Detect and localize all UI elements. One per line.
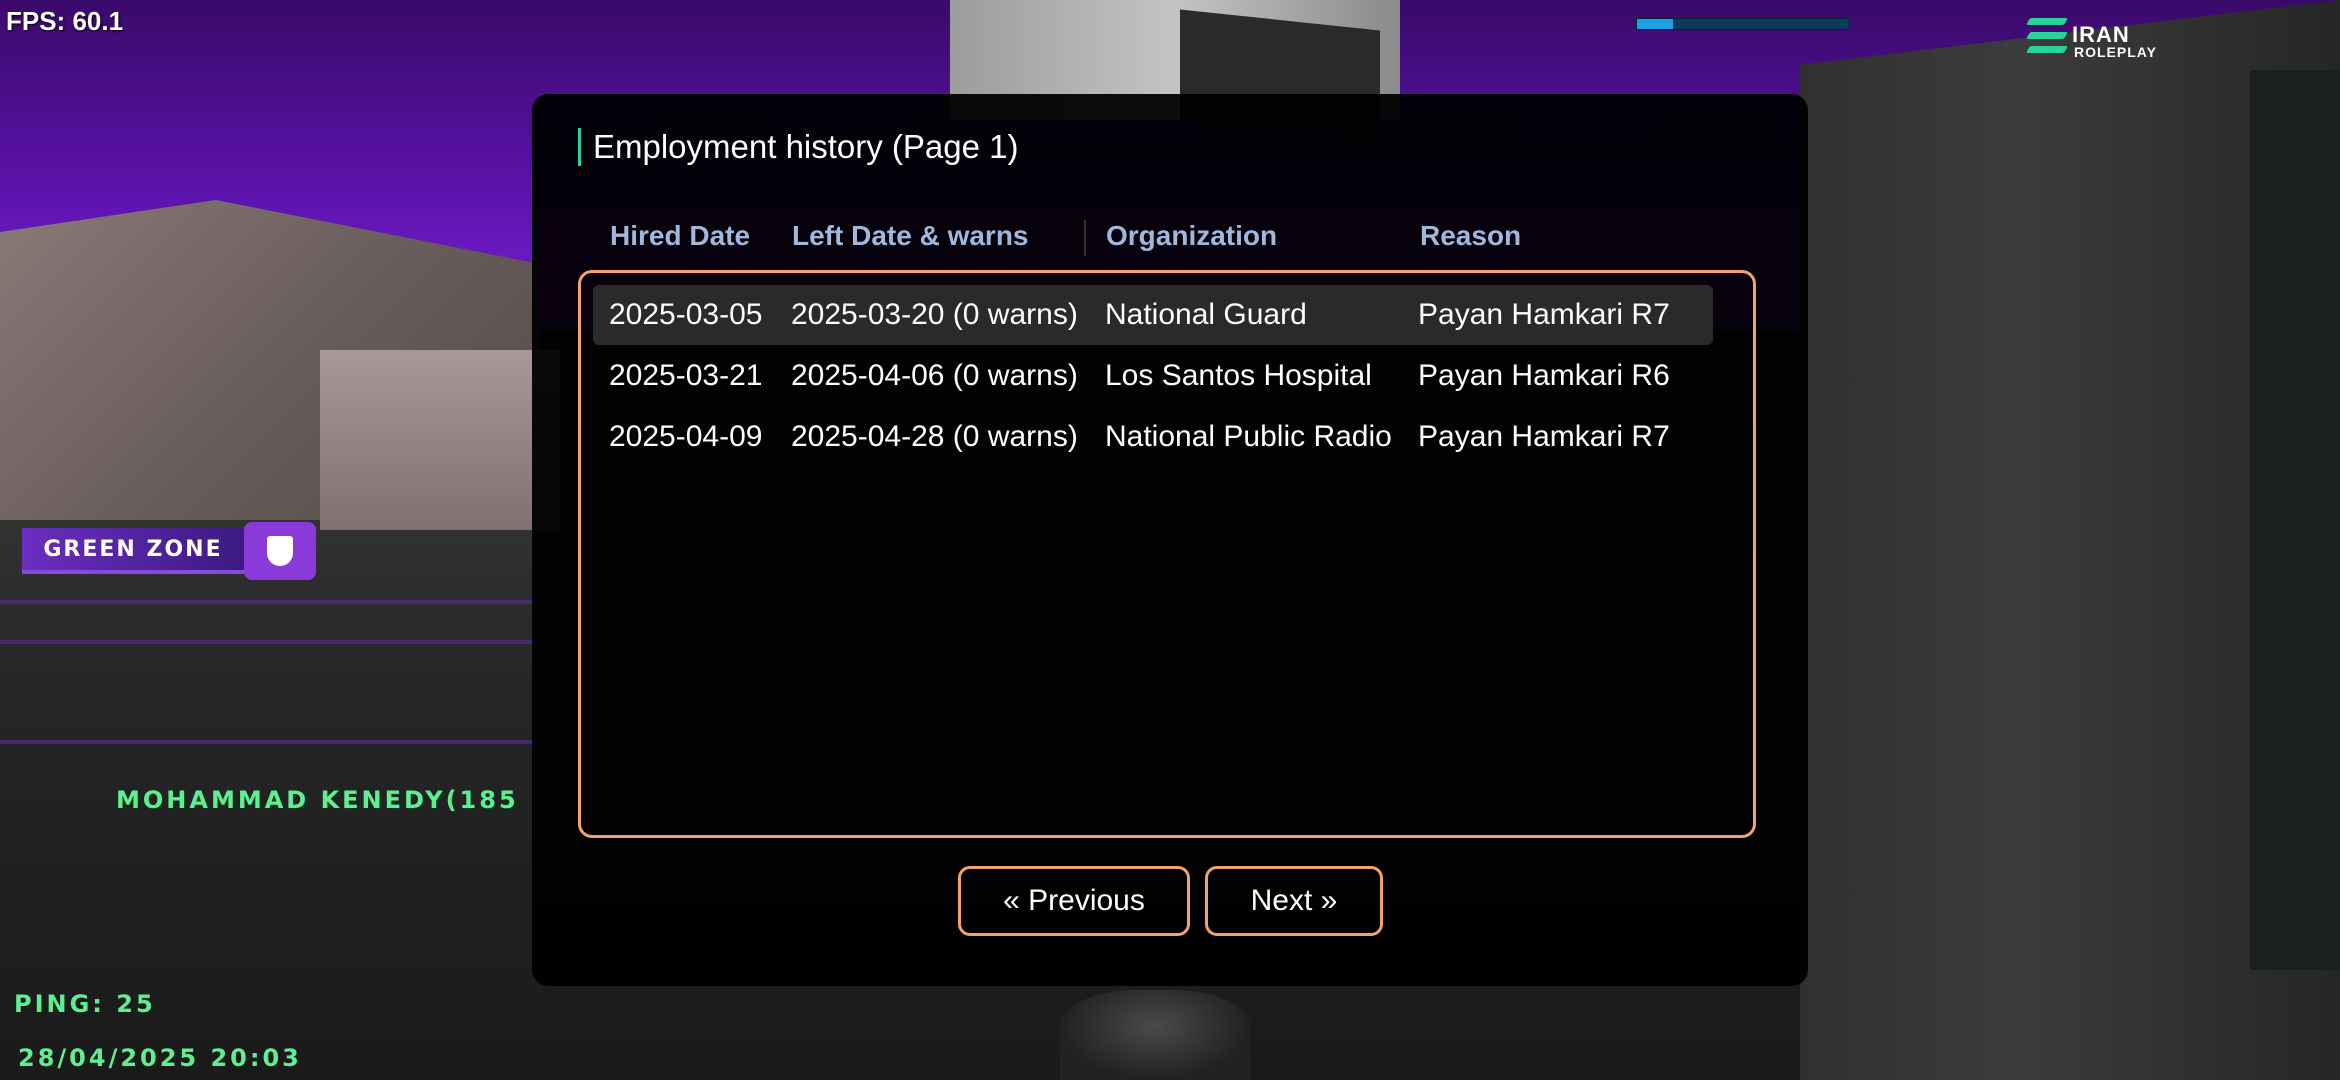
table-row[interactable]: 2025-04-09 2025-04-28 (0 warns) National… (593, 407, 1713, 467)
organization-cell: National Public Radio (1105, 420, 1392, 453)
zone-shield-icon (244, 522, 316, 580)
left-date-cell: 2025-04-28 (0 warns) (791, 420, 1078, 453)
top-progress-fill (1637, 19, 1674, 29)
previous-page-button[interactable]: « Previous (958, 866, 1190, 936)
hired-date-cell: 2025-04-09 (609, 420, 763, 453)
zone-label: GREEN ZONE (22, 528, 244, 574)
reason-cell: Payan Hamkari R6 (1418, 359, 1670, 392)
reason-cell: Payan Hamkari R7 (1418, 298, 1670, 331)
street-line (0, 640, 540, 644)
table-row[interactable]: 2025-03-21 2025-04-06 (0 warns) Los Sant… (593, 346, 1713, 406)
street-line (0, 740, 540, 744)
column-header-left-date: Left Date & warns (792, 220, 1029, 251)
next-page-button[interactable]: Next » (1205, 866, 1383, 936)
zone-indicator: GREEN ZONE (22, 522, 316, 580)
organization-cell: Los Santos Hospital (1105, 359, 1372, 392)
building-right-edge (2250, 70, 2340, 970)
left-date-cell: 2025-03-20 (0 warns) (791, 298, 1078, 331)
column-header-reason: Reason (1420, 220, 1522, 251)
reason-cell: Payan Hamkari R7 (1418, 420, 1670, 453)
logo-stripes-icon (2025, 18, 2069, 60)
street-line (0, 600, 540, 604)
dialog-title: Employment history (Page 1) (578, 128, 1019, 166)
player-character (1060, 990, 1250, 1080)
history-list[interactable]: 2025-03-05 2025-03-20 (0 warns) National… (578, 270, 1756, 838)
column-divider (1084, 220, 1086, 256)
hired-date-cell: 2025-03-21 (609, 359, 763, 392)
left-date-cell: 2025-04-06 (0 warns) (791, 359, 1078, 392)
ping-readout: PING: 25 (14, 990, 156, 1018)
organization-cell: National Guard (1105, 298, 1307, 331)
player-name-tag: MOHAMMAD KENEDY(185 (116, 786, 519, 814)
table-row[interactable]: 2025-03-05 2025-03-20 (0 warns) National… (593, 285, 1713, 345)
server-logo: IRAN ROLEPLAY (2025, 14, 2182, 66)
employment-history-dialog: Employment history (Page 1) Hired Date L… (532, 94, 1808, 986)
logo-text-bottom: ROLEPLAY (2074, 44, 2157, 60)
building-left-wall (320, 350, 560, 530)
date-time-readout: 28/04/2025 20:03 (18, 1044, 302, 1072)
column-header-organization: Organization (1106, 220, 1278, 251)
top-progress-bar (1636, 18, 1850, 30)
fps-counter: FPS: 60.1 (6, 6, 124, 36)
hired-date-cell: 2025-03-05 (609, 298, 763, 331)
column-header-hired-date: Hired Date (610, 220, 751, 251)
